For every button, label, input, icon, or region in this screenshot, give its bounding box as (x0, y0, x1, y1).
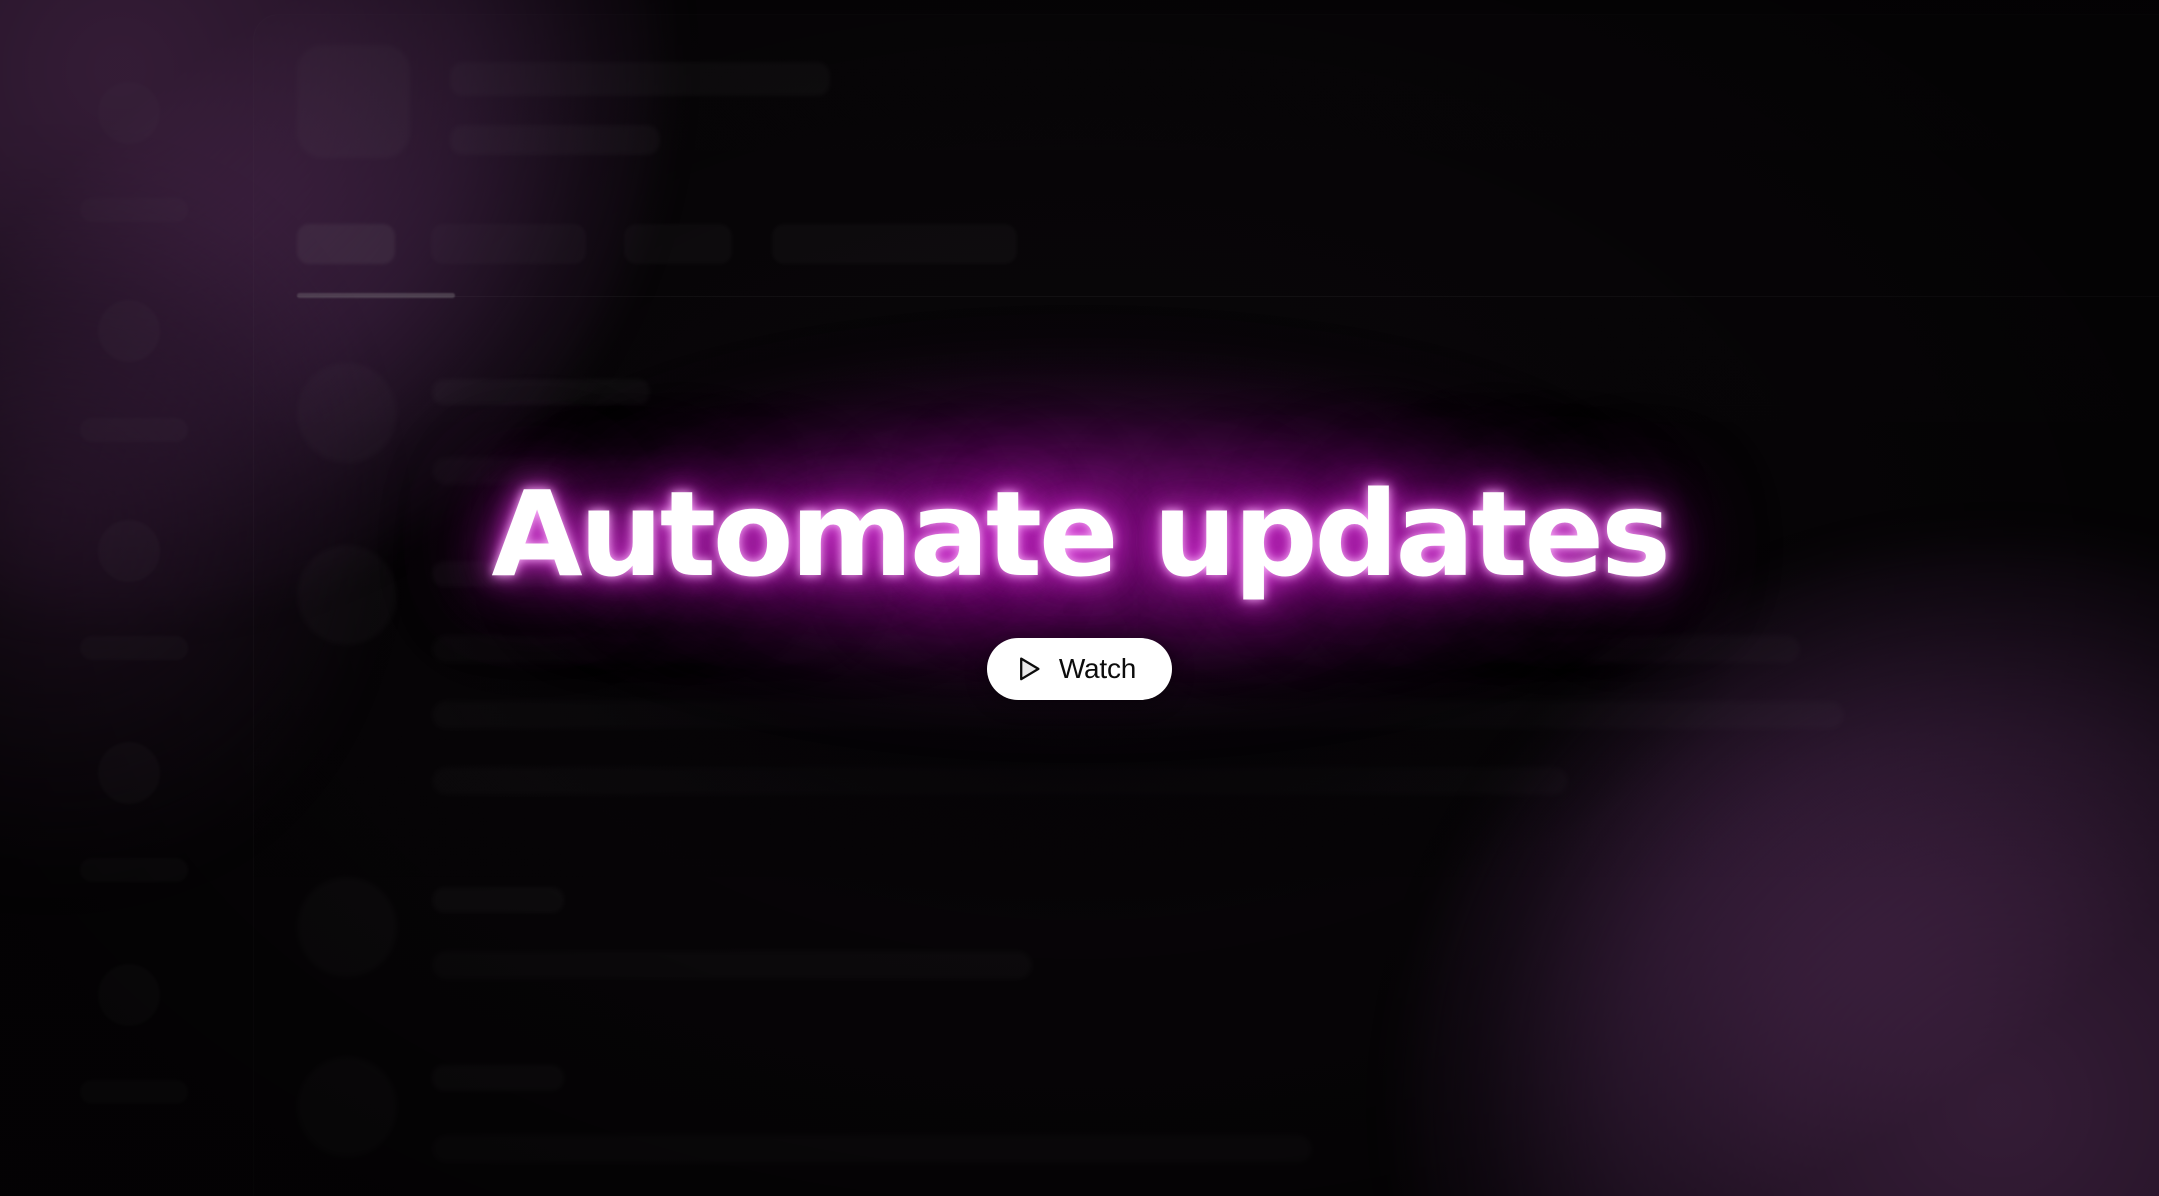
sidebar-label-placeholder (80, 858, 188, 882)
tab-1-active[interactable] (297, 224, 395, 264)
sidebar-icon-placeholder (98, 300, 160, 362)
active-tab-indicator (297, 293, 455, 298)
tab-3[interactable] (624, 224, 732, 264)
screen: Automate updates Watch (0, 0, 2159, 1196)
row-content-placeholder (432, 951, 1032, 979)
sidebar-label-placeholder (80, 418, 188, 442)
sidebar-icon-placeholder (98, 742, 160, 804)
sidebar (0, 0, 253, 1196)
play-triangle-icon (1017, 655, 1043, 683)
row-title-placeholder (432, 379, 650, 405)
tab-2[interactable] (431, 224, 586, 264)
row-avatar-placeholder (297, 363, 397, 463)
sidebar-label-placeholder (80, 636, 188, 660)
sidebar-label-placeholder (80, 1080, 188, 1104)
row-title-placeholder (432, 887, 564, 913)
watch-button[interactable]: Watch (986, 637, 1173, 700)
sidebar-icon-placeholder (98, 520, 160, 582)
sidebar-label-placeholder (80, 198, 188, 222)
page-title: Automate updates (491, 464, 1671, 603)
sidebar-icon-placeholder (98, 82, 160, 144)
row-title-placeholder (432, 1065, 564, 1091)
watch-button-label: Watch (1058, 652, 1137, 684)
header-subtitle-placeholder (450, 125, 660, 155)
main-panel (253, 14, 2159, 1196)
tab-4[interactable] (772, 224, 1017, 264)
row-avatar-placeholder (297, 877, 397, 977)
tab-divider (297, 296, 2159, 297)
row-content-placeholder (432, 701, 1844, 729)
row-avatar-placeholder (297, 545, 397, 645)
row-content-placeholder (432, 1135, 1312, 1163)
sidebar-icon-placeholder (98, 964, 160, 1026)
headline-group: Automate updates (491, 368, 1671, 699)
header-avatar-placeholder (297, 45, 410, 158)
row-avatar-placeholder (297, 1057, 397, 1157)
header-title-placeholder (450, 62, 830, 96)
row-content-placeholder (432, 767, 1568, 795)
